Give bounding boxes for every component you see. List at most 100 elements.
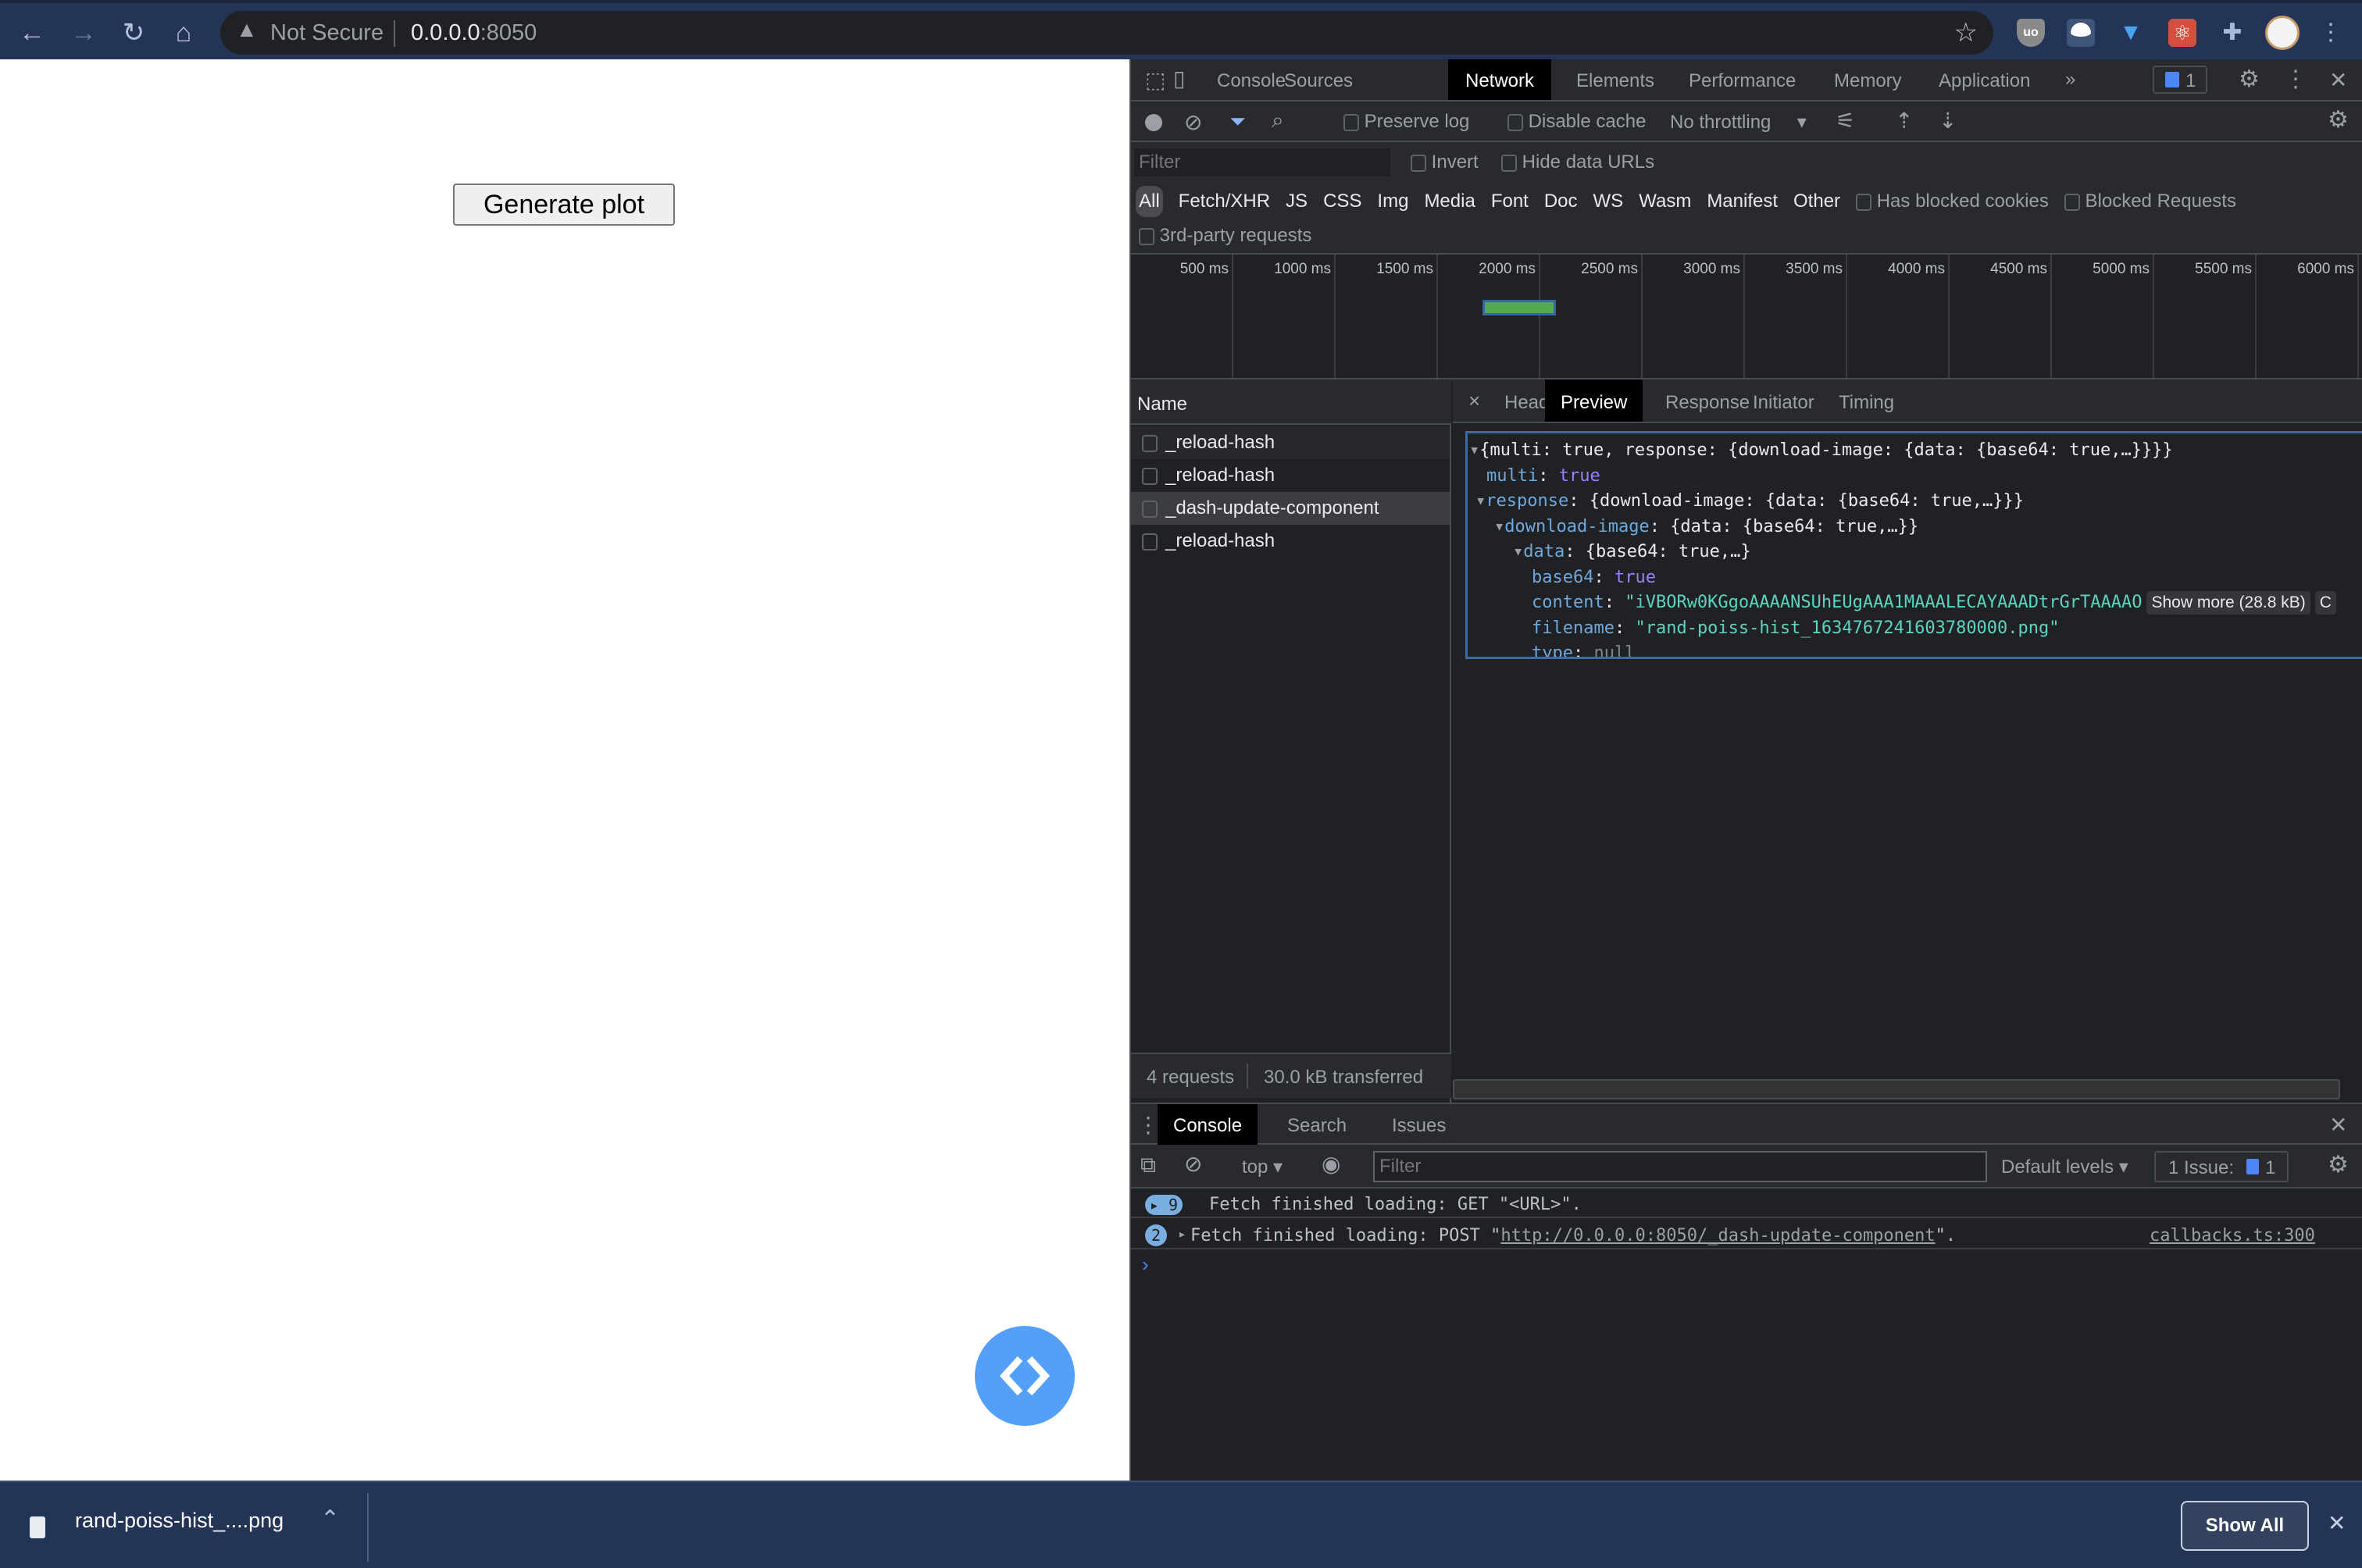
live-expression-eye-icon[interactable]: ◉ [1322,1151,1340,1177]
extension-diamond-icon[interactable]: ▼ [2117,19,2145,47]
request-row[interactable]: _dash-update-component [1131,492,1450,525]
tab-elements[interactable]: Elements [1576,70,1654,92]
console-settings-icon[interactable]: ⚙ [2328,1151,2349,1178]
network-settings-icon[interactable]: ⚙ [2328,106,2349,134]
filter-type-font[interactable]: Font [1491,191,1529,212]
puzzle-extensions-icon[interactable]: ✚ [2218,19,2246,47]
request-row[interactable]: _reload-hash [1131,426,1450,459]
tab-console[interactable]: Console [1217,70,1286,92]
more-tabs-button[interactable]: » [2065,69,2075,91]
tab-response[interactable]: Response [1665,392,1750,414]
disable-cache-checkbox[interactable]: Disable cache [1507,111,1646,133]
filter-type-img[interactable]: Img [1377,191,1408,212]
filter-funnel-icon[interactable]: ⏷ [1229,109,1246,134]
invert-checkbox[interactable]: Invert [1411,151,1479,173]
back-arrow-icon[interactable]: ← [12,14,52,52]
tab-initiator[interactable]: Initiator [1753,392,1814,414]
checkbox[interactable] [1507,113,1523,131]
checkbox[interactable] [1139,227,1154,245]
filter-type-ws[interactable]: WS [1593,191,1624,212]
tab-performance[interactable]: Performance [1689,70,1796,92]
close-detail-icon[interactable]: × [1468,389,1480,413]
dash-debug-menu-button[interactable] [975,1326,1075,1426]
column-name[interactable]: Name [1137,394,1187,415]
show-all-downloads-button[interactable]: Show All [2181,1501,2309,1551]
url-text[interactable]: 0.0.0.0:8050 [411,20,537,46]
extension-wave-icon[interactable] [2067,19,2095,47]
tree-node-data[interactable]: ▾data: {base64: true,…} [1469,540,2362,565]
settings-gear-icon[interactable]: ⚙ [2239,66,2260,93]
inspect-element-icon[interactable]: ⬚ [1145,67,1165,93]
close-devtools-icon[interactable]: ✕ [2329,67,2347,93]
chevron-up-icon[interactable]: ⌃ [320,1506,340,1533]
log-levels-select[interactable]: Default levels ▾ [2001,1156,2128,1178]
filter-type-all[interactable]: All [1136,186,1163,217]
security-label[interactable]: Not Secure [270,20,384,46]
export-har-icon[interactable]: ⇣ [1939,108,1957,134]
issues-button[interactable]: 1 Issue: 1 [2154,1151,2289,1182]
filter-type-fetch-xhr[interactable]: Fetch/XHR [1179,191,1270,212]
drawer-tab-search[interactable]: Search [1287,1115,1347,1137]
download-file-name[interactable]: rand-poiss-hist_....png [75,1509,284,1533]
expand-triangle-icon[interactable]: ▾ [1494,517,1504,536]
network-conditions-icon[interactable]: ⚟ [1836,108,1855,134]
request-row[interactable]: _reload-hash [1131,525,1450,558]
filter-type-css[interactable]: CSS [1323,191,1361,212]
drawer-menu-icon[interactable]: ⋮ [1137,1112,1159,1138]
close-drawer-icon[interactable]: ✕ [2329,1112,2347,1138]
blocked-requests-checkbox[interactable]: Blocked Requests [2064,191,2236,212]
filter-type-manifest[interactable]: Manifest [1707,191,1778,212]
checkbox[interactable] [2064,193,2080,211]
tab-timing[interactable]: Timing [1839,392,1894,414]
third-party-checkbox[interactable]: 3rd-party requests [1139,225,1311,247]
sidebar-toggle-icon[interactable]: ⧉ [1140,1153,1156,1178]
request-row[interactable]: _reload-hash [1131,459,1450,492]
record-icon[interactable] [1145,114,1162,131]
drawer-tab-console[interactable]: Console [1158,1104,1258,1145]
checkbox[interactable] [1411,154,1426,172]
horizontal-scrollbar[interactable] [1453,1079,2340,1099]
devtools-menu-icon[interactable]: ⋮ [2284,66,2307,93]
import-har-icon[interactable]: ⇡ [1895,108,1913,134]
show-more-button[interactable]: Show more (28.8 kB) [2146,591,2310,615]
filter-type-doc[interactable]: Doc [1544,191,1578,212]
clear-console-icon[interactable]: ⊘ [1184,1151,1202,1177]
message-url-link[interactable]: http://0.0.0.0:8050/_dash-update-compone… [1500,1226,1935,1245]
expand-triangle-icon[interactable]: ▾ [1513,542,1523,561]
star-icon[interactable]: ☆ [1954,17,1978,48]
checkbox[interactable] [1856,193,1872,211]
console-filter-input[interactable] [1373,1151,1987,1182]
tab-sources[interactable]: Sources [1284,70,1353,92]
filter-type-js[interactable]: JS [1286,191,1308,212]
address-bar[interactable]: ▲ Not Secure 0.0.0.0:8050 ☆ [220,11,1993,55]
forward-arrow-icon[interactable]: → [64,14,103,52]
tree-root[interactable]: ▾{multi: true, response: {download-image… [1469,438,2362,464]
console-message[interactable]: ▸ 9 Fetch finished loading: GET "<URL>". [1131,1188,2362,1218]
checkbox[interactable] [1343,113,1359,131]
expand-triangle-icon[interactable]: ▾ [1475,491,1486,511]
hide-data-urls-checkbox[interactable]: Hide data URLs [1501,151,1654,173]
tab-preview[interactable]: Preview [1545,380,1643,422]
filter-type-media[interactable]: Media [1424,191,1475,212]
tab-application[interactable]: Application [1939,70,2030,92]
expand-triangle-icon[interactable]: ▾ [1469,440,1479,460]
profile-avatar[interactable] [2265,16,2300,50]
search-icon[interactable]: ⌕ [1272,108,1284,134]
tree-node-response[interactable]: ▾response: {download-image: {data: {base… [1469,489,2362,515]
console-prompt[interactable]: › [1142,1253,1149,1277]
expand-triangle-icon[interactable]: ▸ [1178,1226,1186,1242]
preserve-log-checkbox[interactable]: Preserve log [1343,111,1469,133]
filter-type-other[interactable]: Other [1793,191,1840,212]
clear-icon[interactable]: ⊘ [1184,109,1202,135]
ublock-origin-icon[interactable]: uo [2017,19,2045,47]
copy-button[interactable]: C [2314,591,2336,615]
reload-icon[interactable]: ↻ [114,14,153,52]
home-icon[interactable]: ⌂ [164,14,203,52]
tab-network[interactable]: Network [1448,59,1552,100]
filter-input[interactable] [1134,148,1390,176]
throttling-select[interactable]: No throttling ▾ [1670,111,1807,134]
issues-counter-button[interactable]: 1 [2153,66,2207,94]
console-message[interactable]: 2 ▸ Fetch finished loading: POST "http:/… [1131,1220,2362,1249]
checkbox[interactable] [1501,154,1517,172]
tree-node-download-image[interactable]: ▾download-image: {data: {base64: true,…}… [1469,515,2362,540]
